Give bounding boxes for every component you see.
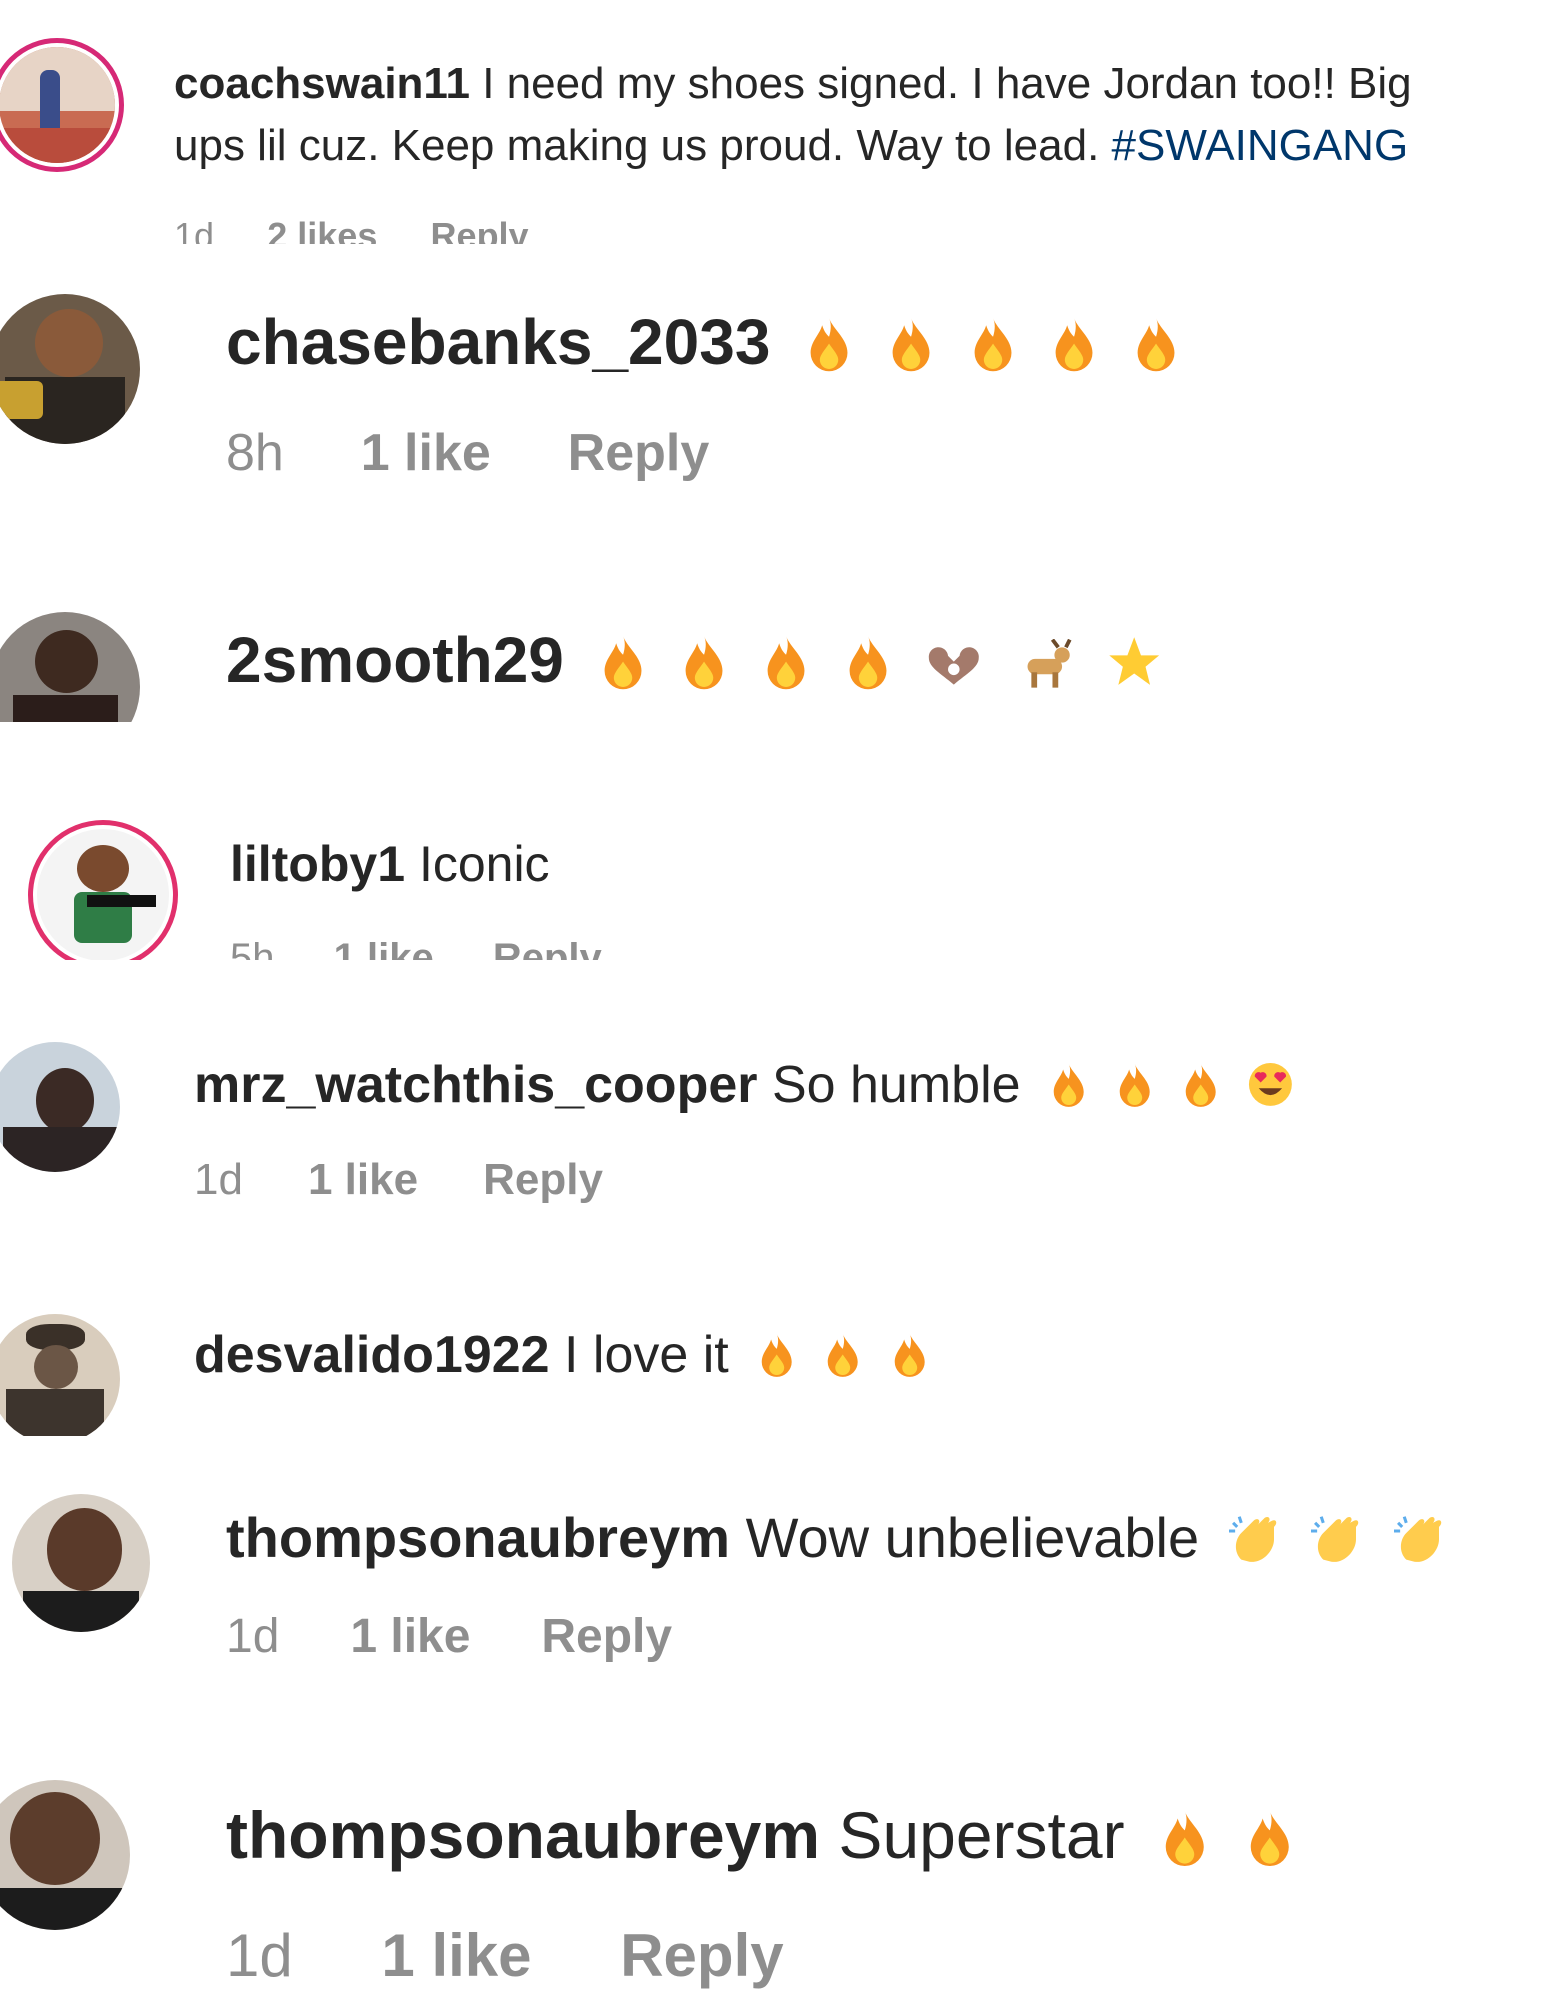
comment-6: desvalido1922 I love it (0, 1310, 1545, 1436)
clap-icon (1394, 1516, 1442, 1562)
goat-icon (1027, 638, 1072, 688)
fire-icon (1119, 1064, 1150, 1108)
emoji-group (1035, 1057, 1294, 1119)
fire-icon (767, 636, 805, 690)
reply-button[interactable]: Reply (493, 936, 602, 960)
comment-likes[interactable]: 1 like (334, 936, 434, 960)
fire-icon (1137, 318, 1175, 372)
comment-text: I love it (564, 1326, 729, 1384)
reply-button[interactable]: Reply (620, 1922, 783, 1989)
comment-username[interactable]: chasebanks_2033 (226, 306, 770, 378)
clap-icon (1228, 1516, 1276, 1562)
comment-timestamp: 1d (194, 1155, 243, 1204)
fire-icon (1166, 1811, 1205, 1866)
comment-text: Wow unbelievable (745, 1506, 1200, 1569)
comment-likes[interactable]: 1 like (308, 1155, 418, 1204)
comment-username[interactable]: liltoby1 (230, 836, 405, 892)
comment-text: Iconic (418, 836, 550, 892)
comment-timestamp: 1d (174, 215, 215, 244)
comment-likes[interactable]: 2 likes (267, 215, 377, 244)
fire-icon (604, 636, 642, 690)
comment-likes[interactable]: 1 like (381, 1922, 531, 1989)
comment-username[interactable]: desvalido1922 (194, 1326, 550, 1384)
comment-text: So humble (771, 1056, 1021, 1114)
comment-text: Superstar (838, 1798, 1125, 1872)
reply-button[interactable]: Reply (431, 215, 529, 244)
comment-8: thompsonaubreym Superstar 1d 1 like Repl… (0, 1760, 1545, 2000)
fire-icon (974, 318, 1012, 372)
fire-icon (1055, 318, 1093, 372)
fire-icon (1250, 1811, 1289, 1866)
heart-eyes-icon (1249, 1062, 1293, 1106)
comment-username[interactable]: thompsonaubreym (226, 1798, 820, 1872)
comment-4: liltoby1 Iconic 5h 1 like Reply (0, 808, 1545, 960)
hashtag-link[interactable]: #SWAINGANG (1112, 121, 1409, 170)
fire-icon (810, 318, 848, 372)
fire-icon (685, 636, 723, 690)
comment-username[interactable]: 2smooth29 (226, 624, 564, 696)
comment-likes[interactable]: 1 like (350, 1610, 470, 1663)
avatar[interactable] (0, 1314, 120, 1436)
comment-timestamp: 1d (226, 1610, 280, 1663)
comment-username[interactable]: mrz_watchthis_cooper (194, 1056, 758, 1114)
comment-timestamp: 8h (226, 424, 284, 482)
emoji-group (1215, 1509, 1448, 1576)
comment-username[interactable]: thompsonaubreym (226, 1506, 730, 1569)
fire-icon (1186, 1064, 1217, 1108)
fire-icon (1053, 1064, 1084, 1108)
comment-text-continued: ups lil cuz. Keep making us proud. Way t… (174, 121, 1100, 170)
comment-2: chasebanks_2033 8h 1 like Reply (0, 270, 1545, 510)
clap-icon (1311, 1516, 1359, 1562)
emoji-group (743, 1327, 928, 1389)
reply-button[interactable]: Reply (483, 1155, 603, 1204)
heart-hands-icon (928, 647, 979, 685)
comment-5: mrz_watchthis_cooper So humble 1d 1 like… (0, 1030, 1545, 1230)
fire-icon (894, 1334, 925, 1378)
comment-7: thompsonaubreym Wow unbelievable 1d 1 li… (0, 1480, 1545, 1700)
fire-icon (761, 1334, 792, 1378)
comment-text: I need my shoes signed. I have Jordan to… (482, 59, 1412, 108)
comment-timestamp: 5h (230, 936, 275, 960)
avatar[interactable] (0, 1780, 130, 1930)
fire-icon (849, 636, 887, 690)
avatar[interactable] (0, 38, 124, 172)
avatar[interactable] (0, 294, 140, 444)
avatar[interactable] (0, 1042, 120, 1172)
comment-1: coachswain11 I need my shoes signed. I h… (0, 0, 1545, 245)
avatar[interactable] (12, 1494, 150, 1632)
comment-likes[interactable]: 1 like (361, 424, 491, 482)
star-icon (1109, 637, 1160, 686)
emoji-group (582, 627, 1162, 704)
fire-icon (827, 1334, 858, 1378)
reply-button[interactable]: Reply (568, 424, 710, 482)
emoji-group (1143, 1801, 1293, 1880)
emoji-group (788, 309, 1179, 386)
avatar[interactable] (0, 612, 140, 722)
comment-username[interactable]: coachswain11 (174, 59, 470, 108)
comment-timestamp: 1d (226, 1922, 293, 1989)
fire-icon (892, 318, 930, 372)
comment-3: 2smooth29 (0, 610, 1545, 722)
reply-button[interactable]: Reply (541, 1610, 672, 1663)
